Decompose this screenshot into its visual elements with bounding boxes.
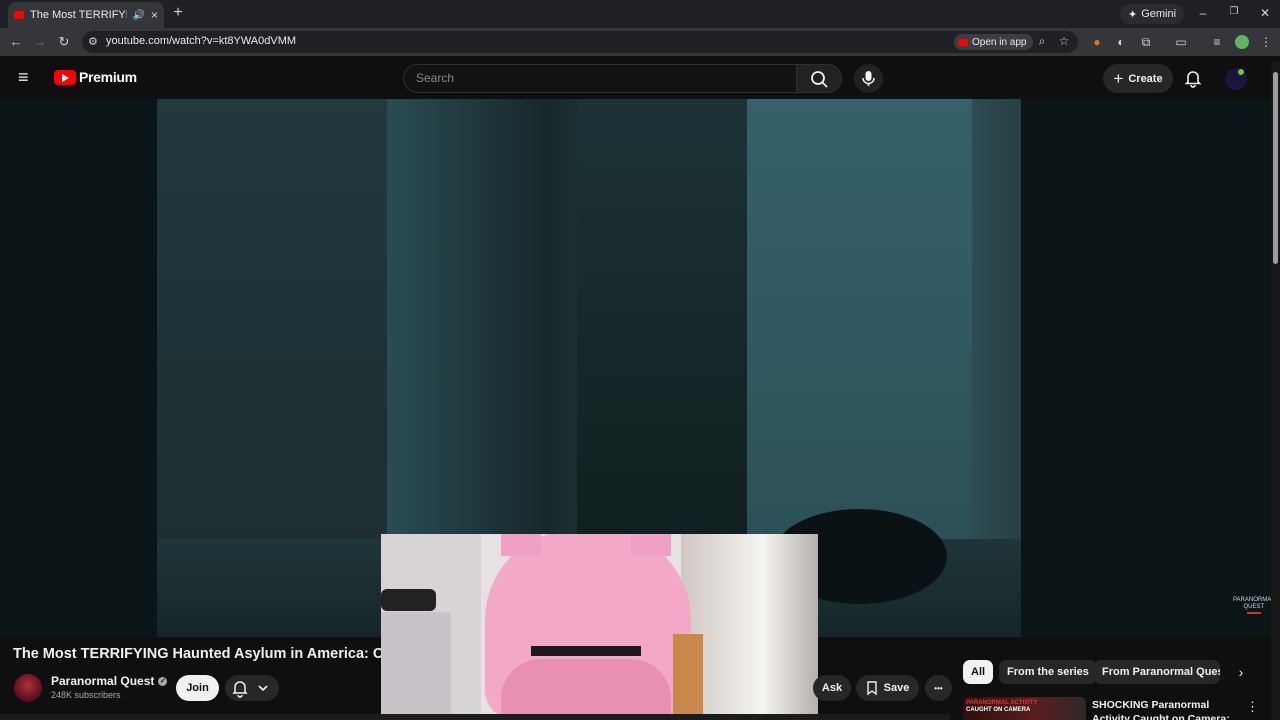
tab-title: The Most TERRIFYING Haunted Asylum in Am… [30,9,127,21]
youtube-favicon-icon [14,11,24,19]
address-bar[interactable]: ⚙ youtube.com/watch?v=kt8YWA0dVMM Open i… [82,31,1078,53]
bookmark-icon [866,681,877,695]
join-button[interactable]: Join [176,675,219,701]
channel-avatar[interactable] [14,674,42,702]
hamburger-menu-icon[interactable]: ≡ [18,68,38,86]
ask-button[interactable]: Ask [813,675,851,701]
browser-tab[interactable]: The Most TERRIFYING Haunted Asylum in Am… [8,2,164,28]
browser-tab-strip: The Most TERRIFYING Haunted Asylum in Am… [0,0,1280,28]
video-title: The Most TERRIFYING Haunted Asylum in Am… [13,646,383,662]
channel-watermark[interactable]: PARANORMAL QUEST [1233,597,1275,614]
gemini-button[interactable]: ✦ Gemini [1120,4,1185,24]
puzzle-extensions-icon[interactable]: ⧉ [1138,34,1154,50]
account-avatar[interactable] [1225,68,1247,90]
channel-name[interactable]: Paranormal Quest [51,674,154,688]
minimize-button[interactable]: – [1195,6,1211,20]
watermark-text: PARANORMAL QUEST [1233,597,1275,610]
scrollbar-thumb[interactable] [1273,72,1278,264]
chevron-right-icon[interactable]: › [1232,662,1250,682]
youtube-header: ≡ Premium + Create [0,56,1280,100]
site-info-icon[interactable]: ⚙ [88,35,98,48]
search-box[interactable] [403,64,796,93]
youtube-logo-icon [54,69,76,85]
kebab-menu-icon[interactable]: ⋮ [1258,34,1274,50]
recommendation-title[interactable]: SHOCKING Paranormal Activity Caught on C… [1092,698,1242,720]
extension-icon[interactable]: ● [1089,34,1105,50]
search-input[interactable] [416,71,776,85]
webcam-overlay[interactable] [381,534,818,716]
url-text[interactable]: youtube.com/watch?v=kt8YWA0dVMM [106,35,296,47]
forward-arrow-icon[interactable]: → [32,34,48,50]
kebab-menu-icon[interactable]: ⋮ [1246,699,1259,715]
create-label: Create [1128,72,1163,85]
speaker-icon[interactable]: 🔊 [133,10,145,21]
tab-close-icon[interactable]: × [151,8,158,22]
save-button[interactable]: Save [856,675,919,701]
reload-icon[interactable]: ↻ [56,34,72,50]
browser-toolbar: ← → ↻ ⚙ youtube.com/watch?v=kt8YWA0dVMM … [0,28,1280,56]
channel-name-row[interactable]: Paranormal Quest ✓ [51,674,168,688]
chevron-down-icon [258,685,268,692]
notifications-button[interactable] [1183,68,1203,88]
thumbnail-text: PARANORMAL ACTIVITY [966,700,1038,706]
reading-list-icon[interactable]: ≡ [1209,34,1225,50]
youtube-premium-logo[interactable]: Premium [54,69,137,85]
chip-all[interactable]: All [963,660,994,684]
voice-search-button[interactable] [854,64,883,93]
close-window-button[interactable]: ✕ [1257,6,1273,20]
recommendation-thumbnail[interactable]: PARANORMAL ACTIVITY CAUGHT ON CAMERA [963,697,1086,720]
bookmark-star-icon[interactable]: ☆ [1056,34,1072,48]
sparkle-icon: ✦ [1128,8,1138,21]
extension-icon[interactable]: ◐ [1113,34,1129,50]
ask-label: Ask [821,682,843,694]
subscription-bell-button[interactable] [225,675,279,701]
back-arrow-icon[interactable]: ← [8,34,24,50]
comments-bar [0,714,950,720]
restore-button[interactable]: ❐ [1226,6,1242,17]
bell-icon [232,681,268,698]
subscriber-count: 248K subscribers [51,690,121,700]
verified-check-icon: ✓ [158,676,168,686]
microphone-icon [862,71,875,86]
logo-text: Premium [79,69,137,85]
zoom-icon[interactable]: ⌕ [1034,34,1050,49]
create-button[interactable]: + Create [1103,64,1173,93]
save-label: Save [883,682,910,694]
bell-icon [1184,71,1202,88]
cast-icon[interactable]: ▭ [1173,34,1189,50]
more-actions-button[interactable]: ••• [925,675,952,701]
new-tab-button[interactable]: + [170,5,186,21]
open-in-app-button[interactable]: Open in app [954,34,1033,50]
gemini-label: Gemini [1141,8,1177,20]
chip-from-the-series[interactable]: From the series [999,660,1097,684]
youtube-icon [958,38,968,46]
profile-avatar[interactable] [1235,35,1249,49]
search-icon [811,71,828,88]
plus-icon: + [1113,68,1124,88]
open-in-app-label: Open in app [972,36,1027,48]
chip-from-paranormal-quest[interactable]: From Paranormal Quest [1094,660,1220,684]
thumbnail-text: CAUGHT ON CAMERA [966,707,1031,713]
search-button[interactable] [796,64,842,93]
